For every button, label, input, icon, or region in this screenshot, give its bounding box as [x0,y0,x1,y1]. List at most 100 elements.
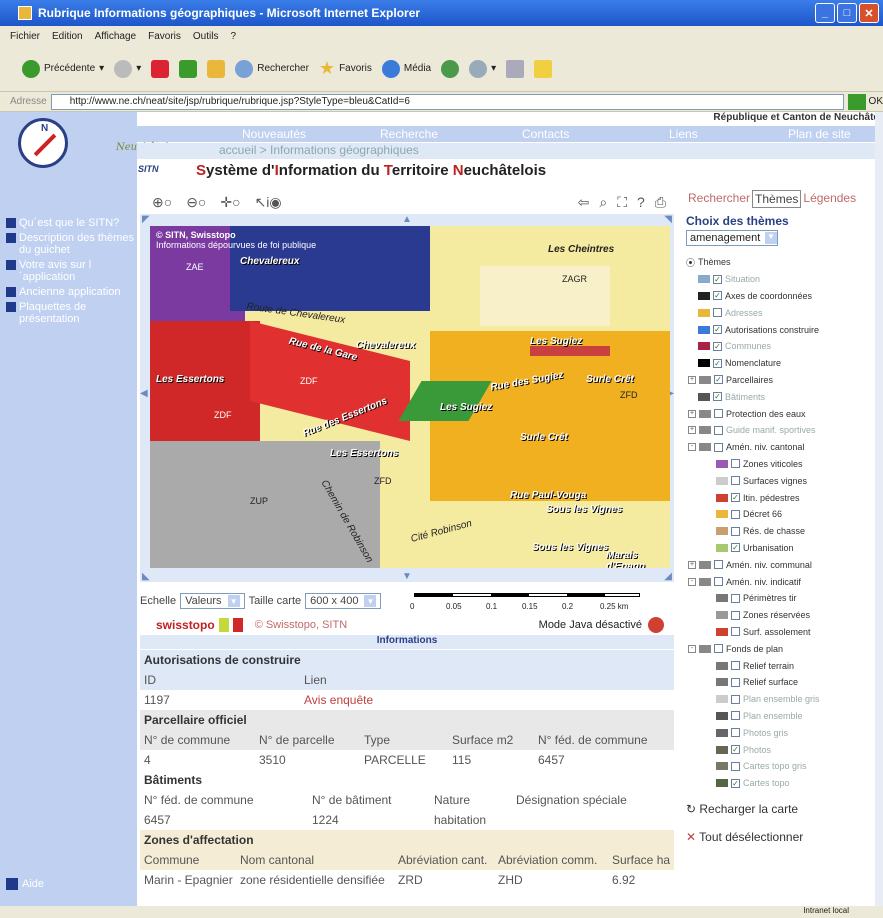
avis-link[interactable]: Avis enquête [304,690,373,710]
theme-select[interactable]: amenagement ▼ [686,230,778,246]
maximize-button[interactable]: □ [837,3,857,23]
print-map-icon[interactable]: ⎙ [655,194,666,211]
tree-item[interactable]: Adresses [686,304,876,321]
tree-item[interactable]: + ✓ Parcellaires [686,372,876,389]
layer-checkbox[interactable]: ✓ [713,392,722,402]
tree-item[interactable]: - Fonds de plan [686,640,876,657]
leftnav-avis[interactable]: Votre avis sur l´application [6,259,134,283]
nav-nouveautes[interactable]: Nouveautés [242,127,306,141]
layer-checkbox[interactable] [714,442,723,452]
layer-checkbox[interactable]: ✓ [714,375,723,385]
vertical-scrollbar[interactable] [875,112,883,906]
pan-se-icon[interactable]: ◢ [664,571,672,582]
pan-w-icon[interactable]: ◀ [140,388,148,399]
help-map-icon[interactable]: ? [637,194,645,211]
tree-item[interactable]: Relief terrain [686,657,876,674]
expand-icon[interactable]: + [688,560,696,569]
tree-item[interactable]: ✓ Nomenclature [686,355,876,372]
expand-icon[interactable]: + [688,409,696,418]
tree-item[interactable]: + Guide manif. sportives [686,422,876,439]
pan-icon[interactable]: ✛○ [220,194,240,214]
layer-checkbox[interactable]: ✓ [731,778,740,788]
tree-item[interactable]: Plan ensemble [686,708,876,725]
pan-s-icon[interactable]: ▼ [402,571,412,582]
search-button[interactable]: Rechercher [235,59,309,78]
leftnav-sitn[interactable]: Qu´est que le SITN? [6,217,134,229]
tree-item[interactable]: Surfaces vignes [686,472,876,489]
tree-item[interactable]: ✓ Photos [686,741,876,758]
tree-item[interactable]: Périmètres tir [686,590,876,607]
tree-item[interactable]: Plan ensemble gris [686,691,876,708]
nav-recherche[interactable]: Recherche [380,127,438,141]
go-button[interactable]: OK [869,96,883,107]
tree-item[interactable]: Zones viticoles [686,456,876,473]
layer-checkbox[interactable] [731,711,740,721]
tree-item[interactable]: ✓ Axes de coordonnées [686,288,876,305]
taille-select[interactable]: 600 x 400 ▼ [305,593,382,609]
layer-checkbox[interactable]: ✓ [713,325,722,335]
media-button[interactable]: Média [381,59,431,78]
menu-outils[interactable]: Outils [193,31,219,42]
tree-item[interactable]: Zones réservées [686,607,876,624]
info-tool-icon[interactable]: ↖i◉ [255,194,282,214]
reload-map-button[interactable]: ↻ Recharger la carte [686,802,876,816]
tree-item[interactable]: ✓ Itin. pédestres [686,489,876,506]
tree-item[interactable]: Relief surface [686,674,876,691]
tab-rechercher[interactable]: Rechercher [686,190,752,208]
aide-link[interactable]: Aide [6,878,44,890]
echelle-select[interactable]: Valeurs ▼ [180,593,245,609]
back-button[interactable]: Précédente ▾ [22,59,104,78]
tree-item[interactable]: ✓ Bâtiments [686,388,876,405]
pan-n-icon[interactable]: ▲ [402,214,412,225]
menu-favoris[interactable]: Favoris [148,31,181,42]
tree-item[interactable]: - Amén. niv. indicatif [686,573,876,590]
mail-button[interactable]: ▾ [469,59,496,78]
tree-item[interactable]: ✓ Communes [686,338,876,355]
pan-sw-icon[interactable]: ◣ [142,571,150,582]
layer-checkbox[interactable] [731,661,740,671]
java-icon[interactable] [648,617,664,633]
tree-item[interactable]: Photos gris [686,724,876,741]
edit-button[interactable] [534,59,553,78]
layer-checkbox[interactable]: ✓ [713,274,722,284]
tree-item[interactable]: - Amén. niv. cantonal [686,439,876,456]
layer-checkbox[interactable] [731,694,740,704]
tab-legendes[interactable]: Légendes [801,190,858,208]
menu-affichage[interactable]: Affichage [95,31,137,42]
breadcrumb[interactable]: accueil > Informations géographiques [137,143,883,159]
layer-checkbox[interactable]: ✓ [731,493,740,503]
home-button[interactable] [207,59,226,78]
tree-item[interactable]: + Amén. niv. communal [686,556,876,573]
layer-checkbox[interactable] [714,409,723,419]
tree-item[interactable]: Cartes topo gris [686,758,876,775]
layer-checkbox[interactable] [714,425,723,435]
map-canvas[interactable]: © SITN, Swisstopo Informations dépourvue… [150,226,670,568]
deselect-all-button[interactable]: ✕ Tout désélectionner [686,830,876,844]
layer-checkbox[interactable] [731,476,740,486]
go-icon[interactable] [847,93,866,110]
favorites-button[interactable]: ★ Favoris [319,58,372,79]
leftnav-plaquettes[interactable]: Plaquettes de présentation [6,301,134,325]
layer-checkbox[interactable] [714,644,723,654]
history-button[interactable] [441,59,460,78]
nav-plan-de-site[interactable]: Plan de site [788,127,851,141]
tree-item[interactable]: ✓ Cartes topo [686,775,876,792]
stop-button[interactable] [151,59,170,78]
refresh-button[interactable] [179,59,198,78]
layer-checkbox[interactable]: ✓ [713,291,722,301]
zoom-out-icon[interactable]: ⊖○ [186,194,206,214]
collapse-icon[interactable]: - [688,443,696,452]
full-extent-icon[interactable]: ⛶ [617,194,627,211]
layer-checkbox[interactable]: ✓ [731,543,740,553]
menu-help[interactable]: ? [230,31,236,42]
layer-checkbox[interactable] [713,308,722,318]
menu-fichier[interactable]: Fichier [10,31,40,42]
layer-checkbox[interactable] [731,459,740,469]
layer-checkbox[interactable] [714,577,723,587]
tree-item[interactable]: ✓ Situation [686,271,876,288]
tree-item[interactable]: Surf. assolement [686,624,876,641]
forward-button[interactable]: ▾ [114,59,141,78]
layer-checkbox[interactable] [731,677,740,687]
layer-checkbox[interactable] [731,610,740,620]
zoom-in-icon[interactable]: ⊕○ [152,194,172,214]
